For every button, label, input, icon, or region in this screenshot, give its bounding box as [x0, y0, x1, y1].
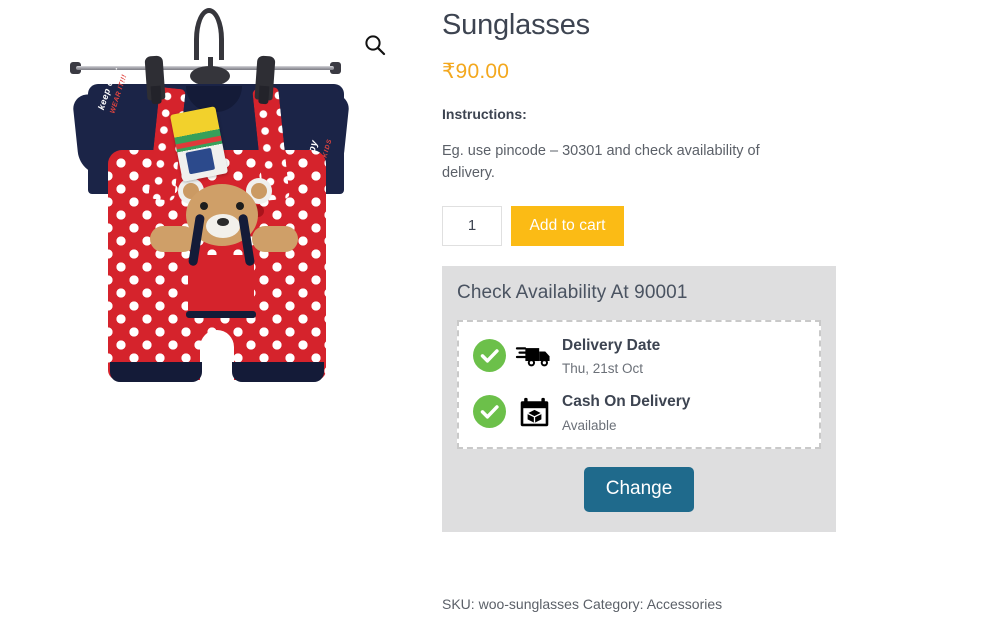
- add-to-cart-form: Add to cart: [442, 205, 842, 246]
- cash-on-delivery-label: Cash On Delivery: [562, 393, 691, 411]
- product-gallery: keep on...WEAR IT!!! PuppyTHE KIDS: [0, 0, 400, 560]
- cash-on-delivery-text: Cash On Delivery Available: [562, 393, 690, 433]
- search-icon[interactable]: [363, 33, 387, 57]
- dungaree-hem-right: [232, 362, 324, 382]
- sku-value: woo-sunglasses: [478, 596, 579, 612]
- availability-row-delivery-date: Delivery Date Thu, 21st Oct: [473, 337, 805, 377]
- teddy-nose: [217, 218, 229, 226]
- delivery-date-text: Delivery Date Thu, 21st Oct: [562, 337, 660, 377]
- hanger-clip-right: [254, 55, 276, 101]
- dungaree-pocket: [188, 255, 254, 315]
- hanger-body: [190, 66, 230, 86]
- product-page: keep on...WEAR IT!!! PuppyTHE KIDS: [0, 0, 1004, 631]
- teddy-eye-right: [236, 202, 244, 210]
- quantity-input[interactable]: [442, 205, 502, 246]
- delivery-truck-icon: [513, 341, 555, 369]
- availability-panel: Check Availability At 90001 Delivery Dat…: [442, 265, 836, 532]
- check-circle-icon: [473, 395, 506, 429]
- delivery-date-value: Thu, 21st Oct: [562, 361, 644, 377]
- add-to-cart-button[interactable]: Add to cart: [511, 205, 624, 246]
- product-meta: SKU: woo-sunglasses Category: Accessorie…: [442, 596, 722, 612]
- hanger-clip-left: [144, 55, 166, 101]
- teddy-eye-left: [200, 202, 208, 210]
- dungaree-leg-gap: [200, 330, 234, 384]
- teddy-arm-right: [252, 226, 298, 252]
- product-image[interactable]: keep on...WEAR IT!!! PuppyTHE KIDS: [0, 0, 400, 420]
- calendar-box-icon: [513, 397, 555, 428]
- instructions-label: Instructions:: [442, 105, 527, 122]
- availability-heading: Check Availability At 90001: [457, 281, 688, 303]
- instructions-text: Eg. use pincode – 30301 and check availa…: [442, 142, 760, 182]
- availability-details-box: Delivery Date Thu, 21st Oct Cash On Deli…: [457, 319, 821, 449]
- change-pincode-button[interactable]: Change: [583, 466, 695, 512]
- change-button-wrapper: Change: [457, 466, 821, 512]
- category-label: Category:: [582, 596, 644, 612]
- check-circle-icon: [473, 338, 506, 372]
- sku-label: SKU:: [442, 596, 475, 612]
- hanger-hook: [194, 8, 224, 77]
- category-value[interactable]: Accessories: [647, 596, 722, 612]
- teddy-arm-left: [150, 226, 196, 252]
- product-summary: Sunglasses ₹90.00 Instructions: Eg. use …: [442, 0, 842, 532]
- product-price: ₹90.00: [442, 59, 510, 83]
- dungaree-pocket-trim: [186, 311, 256, 318]
- availability-row-cash-on-delivery: Cash On Delivery Available: [473, 393, 805, 433]
- dungaree-hem-left: [110, 362, 202, 382]
- delivery-date-label: Delivery Date: [562, 336, 661, 354]
- page-title: Sunglasses: [442, 9, 590, 41]
- cash-on-delivery-value: Available: [562, 417, 617, 433]
